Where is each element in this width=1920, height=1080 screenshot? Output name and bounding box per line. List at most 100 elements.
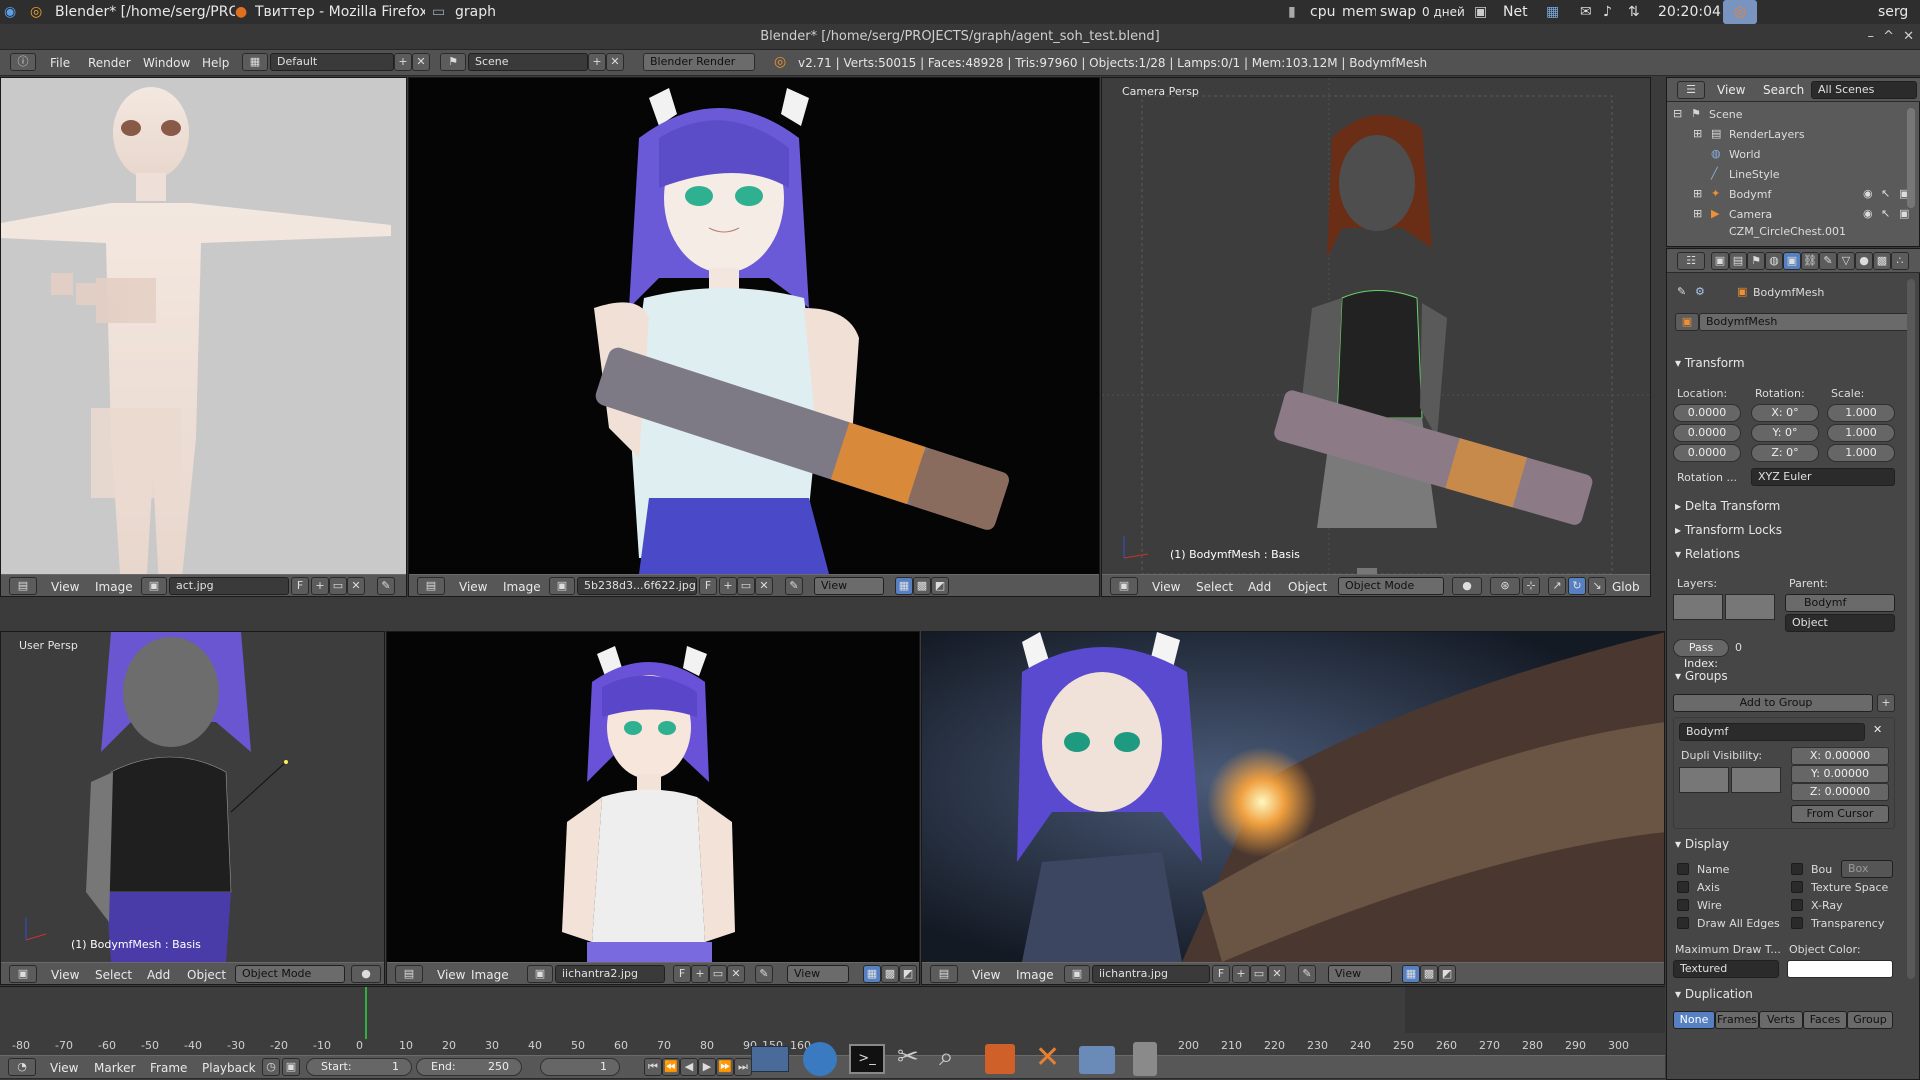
editor-type-icon[interactable]: ▤	[930, 965, 958, 983]
jump-start-icon[interactable]: ⏮	[644, 1058, 662, 1076]
outliner-row-bodymf[interactable]: ⊞ ✦ Bodymf ◉ ↖ ▣	[1673, 185, 1913, 205]
editor-type-icon[interactable]: ▣	[9, 965, 37, 983]
groups-section-header[interactable]: ▾ Groups	[1675, 669, 1728, 683]
menu-view[interactable]: View	[459, 580, 487, 594]
location-z-field[interactable]: 0.0000	[1673, 444, 1741, 462]
draw-all-edges-checkbox[interactable]	[1677, 917, 1689, 929]
duplication-group-tab[interactable]: Group	[1847, 1011, 1893, 1029]
uv-sync-icon[interactable]: ▦	[895, 577, 913, 595]
dock-files-icon[interactable]	[1079, 1046, 1115, 1074]
expand-icon[interactable]: ⊞	[1693, 187, 1702, 200]
remove-group-icon[interactable]: ✕	[1873, 723, 1882, 736]
particles-tab-icon[interactable]: ∴	[1891, 252, 1909, 270]
render-layers-tab-icon[interactable]: ▤	[1729, 252, 1747, 270]
display-icon[interactable]: ▦	[1546, 0, 1570, 24]
outliner-row-linestyle[interactable]: ╱ LineStyle	[1673, 165, 1903, 185]
dock-close-app-icon[interactable]: ✕	[1035, 1040, 1060, 1075]
dock-desktop-icon[interactable]	[751, 1046, 789, 1072]
pin-icon[interactable]: ✎	[1677, 285, 1686, 298]
collapse-icon[interactable]: ⊟	[1673, 107, 1682, 120]
remove-layout-icon[interactable]: ✕	[412, 53, 430, 71]
menu-object[interactable]: Object	[1288, 580, 1327, 594]
scale-y-field[interactable]: 1.000	[1827, 424, 1895, 442]
dupli-offset-x-field[interactable]: X: 0.00000	[1791, 747, 1889, 765]
play-icon[interactable]: ▶	[698, 1058, 716, 1076]
expand-icon[interactable]: ⊞	[1693, 207, 1702, 220]
outliner-row-world[interactable]: ◍ World	[1673, 145, 1903, 165]
object-tab-icon[interactable]: ▣	[1783, 252, 1801, 270]
dupli-offset-z-field[interactable]: Z: 0.00000	[1791, 783, 1889, 801]
editor-type-icon[interactable]: ▣	[1110, 577, 1138, 595]
layout-field[interactable]: Default	[270, 53, 394, 71]
from-cursor-button[interactable]: From Cursor	[1791, 805, 1889, 823]
outliner-row-scene[interactable]: ⊟ ⚑ Scene	[1673, 105, 1903, 125]
lock-range-icon[interactable]: ▣	[282, 1058, 300, 1076]
transform-locks-section-header[interactable]: ▸ Transform Locks	[1675, 523, 1782, 537]
data-tab-icon[interactable]: ▽	[1837, 252, 1855, 270]
menu-image[interactable]: Image	[1016, 968, 1054, 982]
alpha-icon[interactable]: ◩	[931, 577, 949, 595]
interaction-mode-dropdown[interactable]: Object Mode	[1338, 577, 1444, 595]
layers-grid-a[interactable]	[1673, 594, 1723, 620]
bounds-type-dropdown[interactable]: Box	[1841, 860, 1893, 878]
open-image-icon[interactable]: ▭	[709, 965, 727, 983]
location-y-field[interactable]: 0.0000	[1673, 424, 1741, 442]
unlink-image-icon[interactable]: ✕	[727, 965, 745, 983]
trash-icon[interactable]: ▮	[1288, 0, 1302, 24]
translate-icon[interactable]: ↗	[1548, 577, 1566, 595]
channels-icon[interactable]: ▩	[881, 965, 899, 983]
world-tab-icon[interactable]: ◍	[1765, 252, 1783, 270]
menu-view[interactable]: View	[50, 1061, 78, 1075]
scale-x-field[interactable]: 1.000	[1827, 404, 1895, 422]
image-browse-icon[interactable]: ▣	[549, 577, 575, 595]
dock-trash-icon[interactable]	[1133, 1042, 1157, 1076]
editor-type-icon[interactable]: ☰	[1677, 81, 1705, 99]
manipulator-icon[interactable]: ⊹	[1522, 577, 1540, 595]
menu-view[interactable]: View	[972, 968, 1000, 982]
menu-view[interactable]: View	[1717, 83, 1745, 97]
menu-file[interactable]: File	[50, 56, 70, 70]
start-frame-field[interactable]: Start: 1	[306, 1058, 412, 1076]
play-reverse-icon[interactable]: ◀	[680, 1058, 698, 1076]
pass-index-value[interactable]: 0	[1735, 641, 1742, 654]
menu-image[interactable]: Image	[471, 968, 509, 982]
view-mode-dropdown[interactable]: View	[787, 965, 849, 983]
visibility-eye-icon[interactable]: ◉	[1863, 207, 1873, 220]
parent-type-dropdown[interactable]: Object	[1785, 614, 1895, 632]
image-name-field[interactable]: iichantra.jpg	[1092, 965, 1210, 983]
menu-frame[interactable]: Frame	[150, 1061, 187, 1075]
expand-icon[interactable]: ⊞	[1693, 127, 1702, 140]
dock-terminal-icon[interactable]: >_	[849, 1044, 885, 1074]
texture-space-checkbox[interactable]	[1791, 881, 1803, 893]
taskbar-window-graph[interactable]: graph	[455, 0, 515, 24]
scale-z-field[interactable]: 1.000	[1827, 444, 1895, 462]
dock-network-icon[interactable]	[803, 1042, 837, 1076]
pin-icon[interactable]: ✎	[377, 577, 395, 595]
image-name-field[interactable]: act.jpg	[169, 577, 289, 595]
rotation-y-field[interactable]: Y: 0°	[1751, 424, 1819, 442]
scene-field[interactable]: Scene	[468, 53, 588, 71]
network-icon[interactable]: ⇅	[1628, 0, 1648, 24]
screen-layout-icon[interactable]: ▦	[242, 53, 268, 71]
display-filter-dropdown[interactable]: All Scenes	[1811, 81, 1917, 99]
duplication-faces-tab[interactable]: Faces	[1803, 1011, 1847, 1029]
taskbar-window-firefox[interactable]: Твиттер - Mozilla Firefox	[255, 0, 425, 24]
editor-type-info-icon[interactable]: ⓘ	[10, 53, 36, 71]
open-image-icon[interactable]: ▭	[737, 577, 755, 595]
transparency-checkbox[interactable]	[1791, 917, 1803, 929]
menu-window[interactable]: Window	[143, 56, 190, 70]
editor-type-icon[interactable]: ☷	[1677, 252, 1705, 270]
current-frame-field[interactable]: 1	[540, 1058, 620, 1076]
rotation-mode-dropdown[interactable]: XYZ Euler	[1751, 468, 1895, 486]
menu-view[interactable]: View	[51, 580, 79, 594]
material-tab-icon[interactable]: ●	[1855, 252, 1873, 270]
interaction-mode-dropdown[interactable]: Object Mode	[235, 965, 345, 983]
dock-search-icon[interactable]: ⌕	[939, 1042, 954, 1073]
image-browse-icon[interactable]: ▣	[141, 577, 167, 595]
alpha-icon[interactable]: ◩	[899, 965, 917, 983]
current-frame-indicator[interactable]	[365, 987, 367, 1039]
uv-sync-icon[interactable]: ▦	[1402, 965, 1420, 983]
dupli-offset-y-field[interactable]: Y: 0.00000	[1791, 765, 1889, 783]
object-name-field[interactable]: BodymfMesh	[1699, 313, 1913, 331]
duplication-section-header[interactable]: ▾ Duplication	[1675, 987, 1753, 1001]
